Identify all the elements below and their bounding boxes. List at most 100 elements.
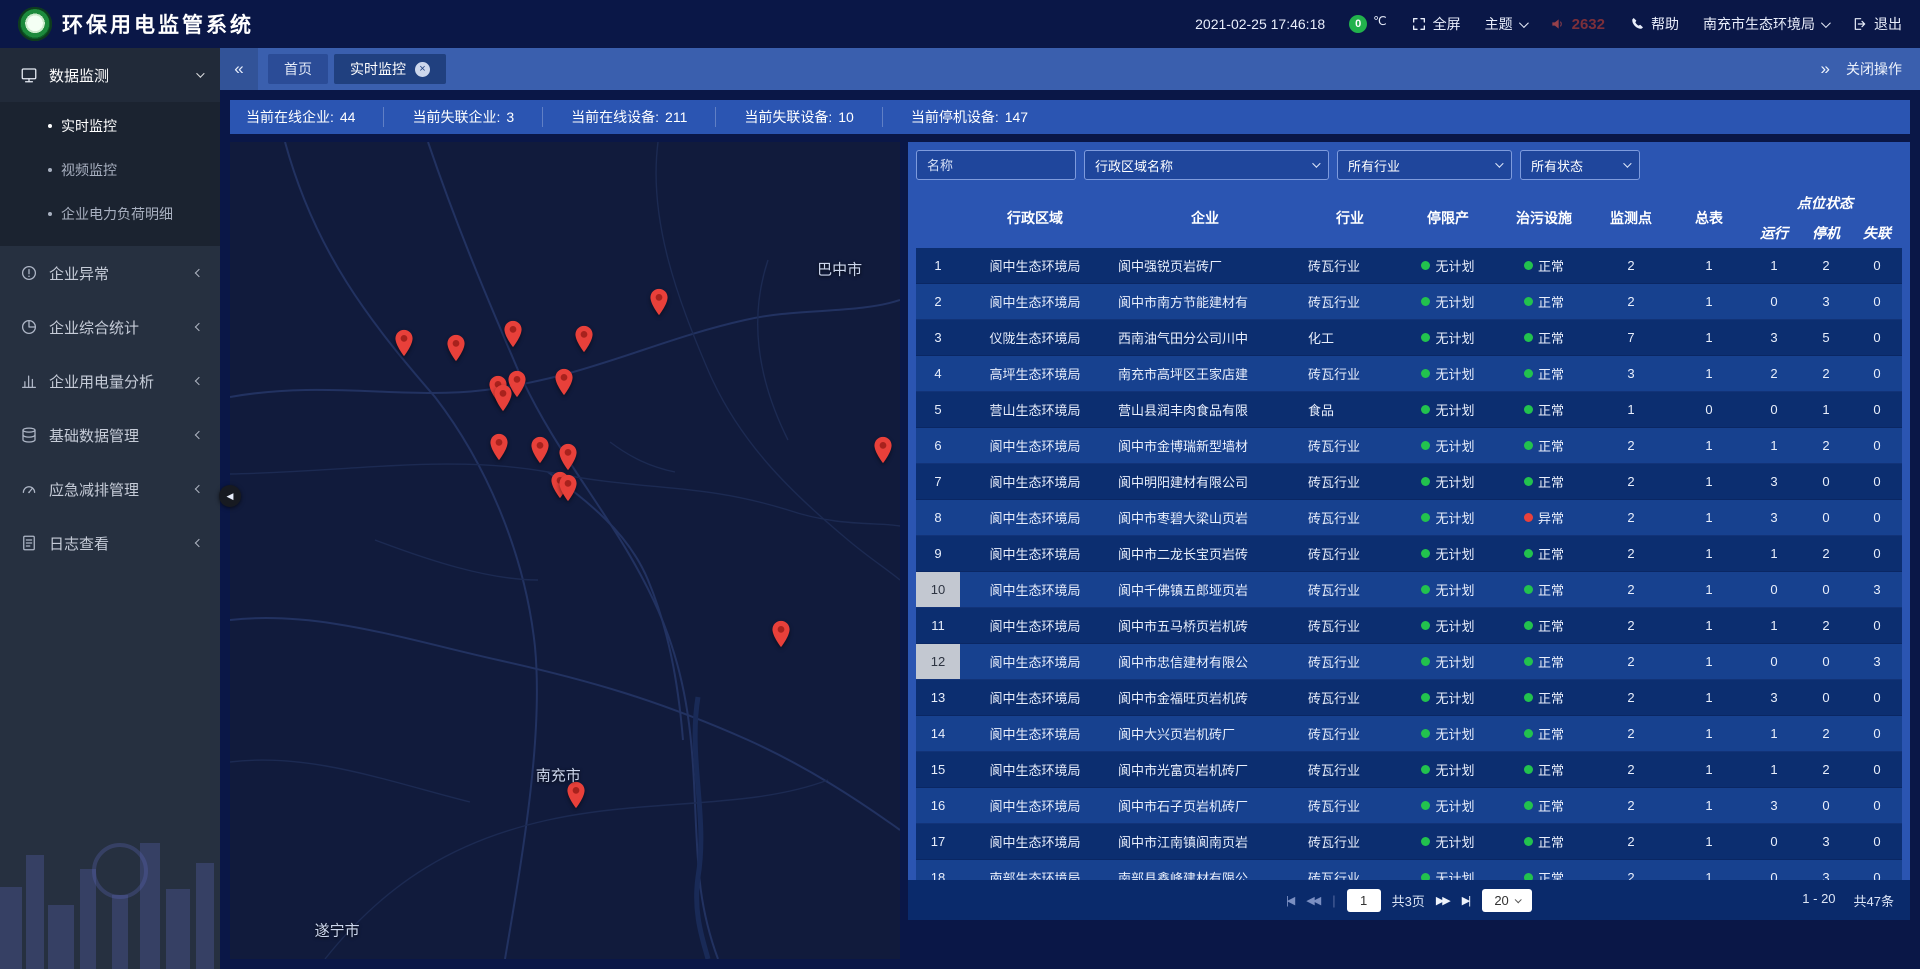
table-row[interactable]: 7阆中生态环境局阆中明阳建材有限公司砖瓦行业无计划正常21300 <box>916 464 1902 500</box>
last-page-button[interactable]: ▶| <box>1462 894 1471 907</box>
bullet-icon <box>48 168 52 172</box>
map-pin[interactable] <box>771 620 791 648</box>
sidebar-subitem[interactable]: 实时监控 <box>0 104 220 148</box>
cell-company: 南部县鑫峰建材有限公 <box>1110 860 1300 880</box>
limit-text: 无计划 <box>1435 292 1474 311</box>
table-row[interactable]: 11阆中生态环境局阆中市五马桥页岩机砖砖瓦行业无计划正常21120 <box>916 608 1902 644</box>
cell-stopped: 2 <box>1800 248 1852 283</box>
theme-dropdown[interactable]: 主题 <box>1485 14 1526 34</box>
map-pin[interactable] <box>530 436 550 464</box>
table-row[interactable]: 15阆中生态环境局阆中市光富页岩机砖厂砖瓦行业无计划正常21120 <box>916 752 1902 788</box>
table-row[interactable]: 5营山生态环境局营山县润丰肉食品有限食品无计划正常10010 <box>916 392 1902 428</box>
sidebar-item-4[interactable]: 企业用电量分析 <box>0 354 220 408</box>
map-pin[interactable] <box>446 334 466 362</box>
help-button[interactable]: 帮助 <box>1629 14 1679 34</box>
map-pin[interactable] <box>394 329 414 357</box>
header-lost: 失联 <box>1852 218 1902 248</box>
org-dropdown[interactable]: 南充市生态环境局 <box>1703 14 1828 34</box>
region-filter-select[interactable]: 行政区域名称 <box>1084 150 1329 180</box>
cell-monitor-points: 2 <box>1592 788 1670 823</box>
table-row[interactable]: 18南部生态环境局南部县鑫峰建材有限公砖瓦行业无计划正常21030 <box>916 860 1902 880</box>
database-icon <box>20 426 38 444</box>
status-dot-red <box>1524 513 1533 522</box>
sidebar-item-7[interactable]: 日志查看 <box>0 516 220 570</box>
name-filter-input[interactable] <box>916 150 1076 180</box>
cell-lost: 0 <box>1852 284 1902 319</box>
table-row[interactable]: 12阆中生态环境局阆中市忠信建材有限公砖瓦行业无计划正常21003 <box>916 644 1902 680</box>
cell-region: 阆中生态环境局 <box>960 608 1110 643</box>
tab-1[interactable]: 首页 <box>268 54 328 84</box>
alarm-mute-button[interactable]: 2632 <box>1550 16 1605 33</box>
table-row[interactable]: 4高坪生态环境局南充市高坪区王家店建砖瓦行业无计划正常31220 <box>916 356 1902 392</box>
map-pin[interactable] <box>558 443 578 471</box>
map-pin[interactable] <box>574 325 594 353</box>
logout-button[interactable]: 退出 <box>1852 14 1902 34</box>
tab-2[interactable]: 实时监控 × <box>334 54 446 84</box>
table-row[interactable]: 3仪陇生态环境局西南油气田分公司川中化工无计划正常71350 <box>916 320 1902 356</box>
cell-company: 阆中市南方节能建材有 <box>1110 284 1300 319</box>
cell-pollution-facility: 异常 <box>1496 500 1592 535</box>
limit-text: 无计划 <box>1435 328 1474 347</box>
page-number-input[interactable] <box>1347 889 1381 912</box>
sidebar-subitem[interactable]: 企业电力负荷明细 <box>0 192 220 236</box>
map-pin[interactable] <box>554 368 574 396</box>
page-size-value: 20 <box>1494 893 1508 908</box>
map-pin[interactable] <box>649 288 669 316</box>
map-collapse-handle[interactable]: ◀ <box>219 485 241 507</box>
sidebar-subitem[interactable]: 视频监控 <box>0 148 220 192</box>
cell-lost: 0 <box>1852 464 1902 499</box>
cell-limit-production: 无计划 <box>1400 356 1496 391</box>
cell-pollution-facility: 正常 <box>1496 644 1592 679</box>
close-operations-button[interactable]: 关闭操作 <box>1846 59 1902 79</box>
map-pin[interactable] <box>873 436 893 464</box>
table-row[interactable]: 16阆中生态环境局阆中市石子页岩机砖厂砖瓦行业无计划正常21300 <box>916 788 1902 824</box>
fullscreen-button[interactable]: 全屏 <box>1411 14 1461 34</box>
facility-text: 正常 <box>1538 724 1564 743</box>
tab-label: 实时监控 <box>350 59 406 79</box>
status-filter-select[interactable]: 所有状态 <box>1520 150 1640 180</box>
table-row[interactable]: 13阆中生态环境局阆中市金福旺页岩机砖砖瓦行业无计划正常21300 <box>916 680 1902 716</box>
stats-bar: 当前在线企业:44当前失联企业:3当前在线设备:211当前失联设备:10当前停机… <box>230 100 1910 134</box>
stat-value: 211 <box>665 109 687 125</box>
map-pin[interactable] <box>489 433 509 461</box>
cell-running: 1 <box>1748 248 1800 283</box>
cell-total-meters: 1 <box>1670 464 1748 499</box>
map-pin[interactable] <box>566 781 586 809</box>
first-page-button[interactable]: |◀ <box>1286 894 1295 907</box>
table-row[interactable]: 14阆中生态环境局阆中大兴页岩机砖厂砖瓦行业无计划正常21120 <box>916 716 1902 752</box>
cell-monitor-points: 7 <box>1592 320 1670 355</box>
sidebar-item-1[interactable]: 数据监测 <box>0 48 220 102</box>
table-row[interactable]: 10阆中生态环境局阆中千佛镇五郎垭页岩砖瓦行业无计划正常21003 <box>916 572 1902 608</box>
map-city-label: 遂宁市 <box>315 920 360 941</box>
cell-pollution-facility: 正常 <box>1496 752 1592 787</box>
sidebar-item-2[interactable]: 企业异常 <box>0 246 220 300</box>
map-pin[interactable] <box>493 384 513 412</box>
status-dot-green <box>1421 477 1430 486</box>
table-row[interactable]: 17阆中生态环境局阆中市江南镇阆南页岩砖瓦行业无计划正常21030 <box>916 824 1902 860</box>
next-page-button[interactable]: ▶▶ <box>1436 894 1451 907</box>
industry-filter-select[interactable]: 所有行业 <box>1337 150 1512 180</box>
sidebar-item-5[interactable]: 基础数据管理 <box>0 408 220 462</box>
cell-stopped: 2 <box>1800 428 1852 463</box>
cell-total-meters: 1 <box>1670 716 1748 751</box>
map-pin[interactable] <box>503 320 523 348</box>
tabs-scroll-left-button[interactable]: « <box>220 48 258 90</box>
prev-page-button[interactable]: ◀◀ <box>1306 894 1321 907</box>
cell-total-meters: 1 <box>1670 644 1748 679</box>
tabs-scroll-right-button[interactable]: » <box>1821 59 1830 79</box>
sidebar: 数据监测实时监控视频监控企业电力负荷明细企业异常企业综合统计企业用电量分析基础数… <box>0 48 220 969</box>
tab-close-icon[interactable]: × <box>415 62 430 77</box>
table-row[interactable]: 8阆中生态环境局阆中市枣碧大梁山页岩砖瓦行业无计划异常21300 <box>916 500 1902 536</box>
limit-text: 无计划 <box>1435 652 1474 671</box>
table-row[interactable]: 9阆中生态环境局阆中市二龙长宝页岩砖砖瓦行业无计划正常21120 <box>916 536 1902 572</box>
map-pin[interactable] <box>558 474 578 502</box>
table-row[interactable]: 2阆中生态环境局阆中市南方节能建材有砖瓦行业无计划正常21030 <box>916 284 1902 320</box>
sidebar-item-3[interactable]: 企业综合统计 <box>0 300 220 354</box>
cell-limit-production: 无计划 <box>1400 320 1496 355</box>
table-row[interactable]: 1阆中生态环境局阆中强锐页岩砖厂砖瓦行业无计划正常21120 <box>916 248 1902 284</box>
cell-lost: 0 <box>1852 356 1902 391</box>
sidebar-item-6[interactable]: 应急减排管理 <box>0 462 220 516</box>
map[interactable]: ◀ 巴中市南充市遂宁市 <box>230 142 900 959</box>
table-row[interactable]: 6阆中生态环境局阆中市金博瑞新型墙材砖瓦行业无计划正常21120 <box>916 428 1902 464</box>
page-size-select[interactable]: 20 <box>1482 889 1532 912</box>
